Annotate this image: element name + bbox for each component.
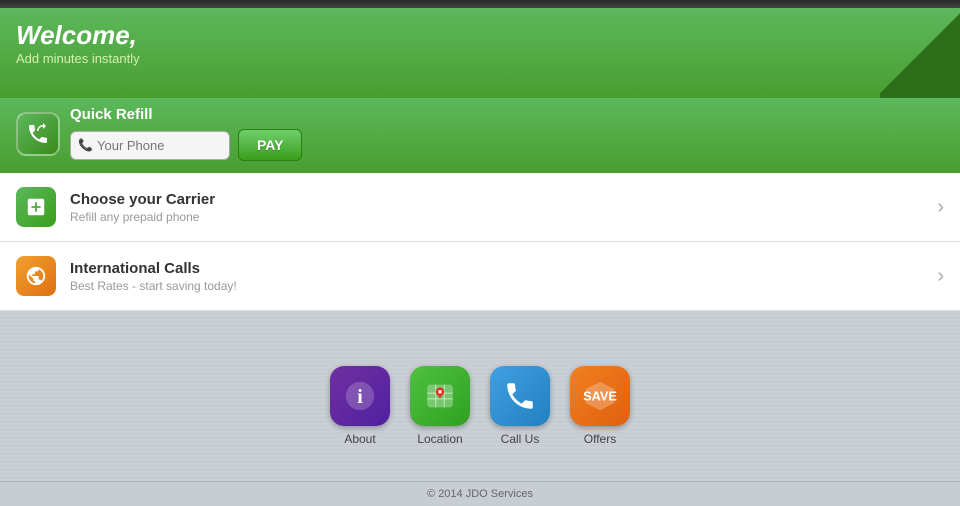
save-tag-icon: SAVE	[583, 379, 617, 413]
globe-icon	[25, 265, 47, 287]
offers-app-icon: SAVE	[570, 366, 630, 426]
intl-calls-icon	[16, 256, 56, 296]
carrier-chevron: ›	[937, 196, 944, 219]
refill-content: Quick Refill 📞 PAY	[70, 106, 302, 161]
phone-small-icon: 📞	[78, 138, 93, 152]
welcome-subtitle: Add minutes instantly	[16, 51, 944, 66]
welcome-title: Welcome,	[16, 20, 944, 51]
intl-calls-list-item[interactable]: International Calls Best Rates - start s…	[0, 242, 960, 311]
map-pin-icon	[423, 379, 457, 413]
location-label: Location	[417, 432, 462, 446]
about-icon-item[interactable]: i About	[330, 366, 390, 446]
phone-return-icon	[26, 122, 50, 146]
refill-row: 📞 PAY	[70, 129, 302, 161]
offers-label: Offers	[584, 432, 616, 446]
refill-icon	[16, 112, 60, 156]
main-content: Choose your Carrier Refill any prepaid p…	[0, 173, 960, 311]
carrier-icon	[16, 187, 56, 227]
callus-app-icon	[490, 366, 550, 426]
location-app-icon	[410, 366, 470, 426]
phone-input[interactable]	[70, 131, 230, 160]
intl-calls-subtitle: Best Rates - start saving today!	[70, 279, 237, 293]
offers-icon-item[interactable]: SAVE Offers	[570, 366, 630, 446]
icon-grid: i About	[330, 366, 630, 446]
top-bar	[0, 0, 960, 8]
callus-icon-item[interactable]: Call Us	[490, 366, 550, 446]
carrier-subtitle: Refill any prepaid phone	[70, 210, 215, 224]
footer-text: © 2014 JDO Services	[427, 488, 533, 500]
intl-calls-chevron: ›	[937, 265, 944, 288]
about-label: About	[344, 432, 375, 446]
header: Welcome, Add minutes instantly	[0, 8, 960, 98]
gray-area: i About	[0, 311, 960, 491]
pay-button[interactable]: PAY	[238, 129, 302, 161]
callus-label: Call Us	[501, 432, 540, 446]
about-app-icon: i	[330, 366, 390, 426]
info-icon: i	[343, 379, 377, 413]
refill-label: Quick Refill	[70, 106, 302, 123]
intl-calls-title: International Calls	[70, 260, 237, 277]
location-icon-item[interactable]: Location	[410, 366, 470, 446]
intl-calls-text: International Calls Best Rates - start s…	[70, 260, 237, 293]
phone-icon	[503, 379, 537, 413]
footer: © 2014 JDO Services	[0, 481, 960, 506]
carrier-list-item[interactable]: Choose your Carrier Refill any prepaid p…	[0, 173, 960, 242]
phone-input-wrapper: 📞	[70, 131, 230, 160]
carrier-text: Choose your Carrier Refill any prepaid p…	[70, 191, 215, 224]
svg-text:i: i	[357, 386, 363, 408]
quick-refill-bar: Quick Refill 📞 PAY	[0, 98, 960, 173]
svg-text:SAVE: SAVE	[583, 388, 617, 403]
plus-icon	[25, 196, 47, 218]
carrier-title: Choose your Carrier	[70, 191, 215, 208]
